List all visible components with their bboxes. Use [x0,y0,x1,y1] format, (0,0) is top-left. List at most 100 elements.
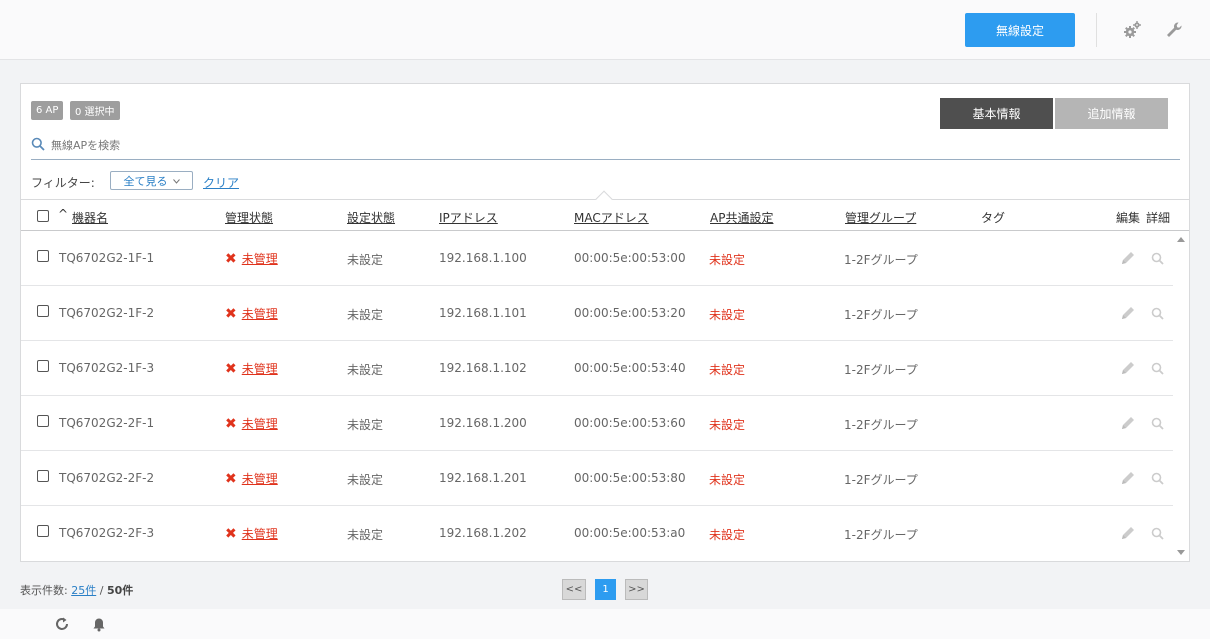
mgmt-status: ✖ 未管理 [225,415,278,432]
row-checkbox[interactable] [37,305,49,317]
ip-address: 192.168.1.101 [439,306,527,320]
column-detail: 詳細 [1146,211,1171,225]
mgmt-group: 1-2Fグループ [844,308,918,322]
magnifier-icon[interactable] [1149,525,1165,541]
table-header: ^ 機器名 管理状態 設定状態 IPアドレス MACアドレス AP共通設定 管理… [21,190,1189,231]
scroll-down-arrow-icon[interactable] [1177,550,1185,555]
filter-label: フィルター: [31,176,95,190]
total-count: 50件 [106,584,134,597]
ap-count-badge: 6 AP [31,101,64,120]
mgmt-status-link[interactable]: 未管理 [242,470,278,487]
config-status: 未設定 [347,418,384,432]
mgmt-status: ✖ 未管理 [225,525,278,542]
next-page-button[interactable]: >> [625,579,648,600]
mgmt-status: ✖ 未管理 [225,250,278,267]
pencil-icon[interactable] [1120,525,1136,541]
mgmt-status-link[interactable]: 未管理 [242,305,278,322]
gears-icon[interactable] [1121,19,1143,41]
mgmt-status: ✖ 未管理 [225,305,278,322]
page-size-link[interactable]: 25件 [71,584,96,597]
column-tag: タグ [981,211,1006,225]
sort-ascending-icon[interactable]: ^ [58,207,68,221]
mgmt-group: 1-2Fグループ [844,528,918,542]
wrench-icon[interactable] [1163,19,1185,41]
mac-address: 00:00:5e:00:53:60 [574,416,686,430]
search-input[interactable] [51,139,551,152]
select-all-checkbox[interactable] [37,210,49,222]
mac-address: 00:00:5e:00:53:20 [574,306,686,320]
search-bar [31,132,1180,160]
header-notch [595,190,613,208]
pencil-icon[interactable] [1120,415,1136,431]
refresh-icon[interactable] [52,614,72,634]
magnifier-icon[interactable] [1149,470,1165,486]
scroll-up-arrow-icon[interactable] [1177,237,1185,242]
magnifier-icon[interactable] [1149,305,1165,321]
page-size-info: 表示件数: 25件 / 50件 [20,582,133,598]
row-checkbox[interactable] [37,525,49,537]
ap-common-setting: 未設定 [709,473,746,487]
ip-address: 192.168.1.100 [439,251,527,265]
config-status: 未設定 [347,528,384,542]
column-mgmt-group[interactable]: 管理グループ [845,209,916,226]
row-checkbox[interactable] [37,360,49,372]
wireless-settings-button[interactable]: 無線設定 [965,13,1075,47]
device-name: TQ6702G2-1F-1 [59,251,155,265]
tab-additional-info[interactable]: 追加情報 [1055,98,1168,129]
column-ip-address[interactable]: IPアドレス [439,209,498,226]
bottom-bar [0,609,1210,639]
mac-address: 00:00:5e:00:53:40 [574,361,686,375]
ap-common-setting: 未設定 [709,418,746,432]
topbar-divider [1096,13,1097,47]
filter-dropdown[interactable]: 全て見る [110,171,193,190]
device-name: TQ6702G2-2F-1 [59,416,155,430]
config-status: 未設定 [347,308,384,322]
device-name: TQ6702G2-1F-2 [59,306,155,320]
table-body: TQ6702G2-1F-1 ✖ 未管理 未設定 192.168.1.100 00:… [21,231,1173,561]
prev-page-button[interactable]: << [562,579,586,600]
clear-filter-link[interactable]: クリア [203,174,239,191]
mgmt-status-link[interactable]: 未管理 [242,415,278,432]
mgmt-status-link[interactable]: 未管理 [242,525,278,542]
tab-basic-info[interactable]: 基本情報 [940,98,1053,129]
ap-common-setting: 未設定 [709,308,746,322]
filter-value: 全て見る [123,174,168,188]
x-mark-icon: ✖ [225,250,237,267]
bell-icon[interactable] [89,614,109,634]
table-row: TQ6702G2-2F-1 ✖ 未管理 未設定 192.168.1.200 00:… [21,396,1173,451]
column-config-status[interactable]: 設定状態 [347,209,395,226]
mgmt-status-link[interactable]: 未管理 [242,360,278,377]
selected-count-badge: 0 選択中 [70,101,120,120]
mgmt-status-link[interactable]: 未管理 [242,250,278,267]
magnifier-icon[interactable] [1149,360,1165,376]
ip-address: 192.168.1.102 [439,361,527,375]
table-row: TQ6702G2-1F-2 ✖ 未管理 未設定 192.168.1.101 00:… [21,286,1173,341]
config-status: 未設定 [347,253,384,267]
mgmt-group: 1-2Fグループ [844,418,918,432]
vertical-scrollbar[interactable] [1173,231,1189,561]
row-checkbox[interactable] [37,250,49,262]
column-ap-common-settings[interactable]: AP共通設定 [710,209,773,226]
device-name: TQ6702G2-2F-2 [59,471,155,485]
pencil-icon[interactable] [1120,360,1136,376]
magnifier-icon[interactable] [1149,415,1165,431]
column-device-name[interactable]: 機器名 [72,209,108,226]
x-mark-icon: ✖ [225,360,237,377]
pencil-icon[interactable] [1120,250,1136,266]
mgmt-status: ✖ 未管理 [225,470,278,487]
magnifier-icon[interactable] [1149,250,1165,266]
device-name: TQ6702G2-2F-3 [59,526,155,540]
pencil-icon[interactable] [1120,305,1136,321]
table-row: TQ6702G2-2F-3 ✖ 未管理 未設定 192.168.1.202 00:… [21,506,1173,561]
current-page-button[interactable]: 1 [595,579,616,600]
row-checkbox[interactable] [37,415,49,427]
config-status: 未設定 [347,363,384,377]
row-checkbox[interactable] [37,470,49,482]
ip-address: 192.168.1.202 [439,526,527,540]
column-mac-address[interactable]: MACアドレス [574,209,649,226]
column-mgmt-status[interactable]: 管理状態 [225,209,273,226]
ap-common-setting: 未設定 [709,253,746,267]
access-point-panel: 6 AP 0 選択中 基本情報 追加情報 フィルター: 全て見る クリア ^ 機… [20,83,1190,562]
page-size-separator: / [99,584,104,597]
pencil-icon[interactable] [1120,470,1136,486]
